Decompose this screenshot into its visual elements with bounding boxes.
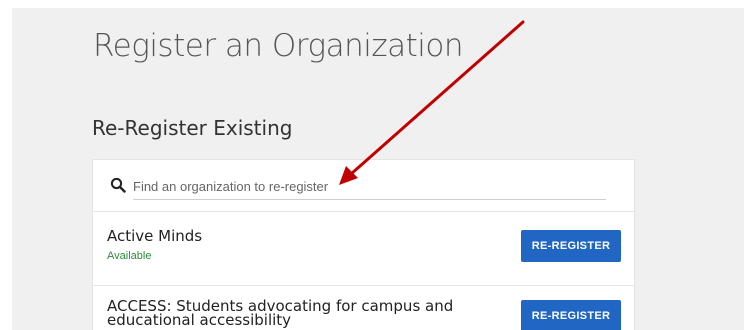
- re-register-card: Active Minds Available RE-REGISTER ACCES…: [92, 159, 635, 330]
- page-background: Register an Organization Re-Register Exi…: [12, 8, 744, 330]
- re-register-button[interactable]: RE-REGISTER: [521, 300, 621, 330]
- search-icon: [110, 177, 126, 193]
- list-item: Active Minds Available RE-REGISTER: [93, 213, 634, 286]
- list-item: ACCESS: Students advocating for campus a…: [93, 286, 634, 330]
- search-input[interactable]: [133, 174, 606, 200]
- page-title: Register an Organization: [93, 28, 464, 64]
- search-bar: [93, 160, 634, 212]
- section-title: Re-Register Existing: [92, 116, 293, 140]
- re-register-button[interactable]: RE-REGISTER: [521, 230, 621, 262]
- status-badge: Available: [107, 250, 152, 262]
- org-name: Active Minds: [107, 227, 203, 245]
- org-name: ACCESS: Students advocating for campus a…: [107, 297, 454, 329]
